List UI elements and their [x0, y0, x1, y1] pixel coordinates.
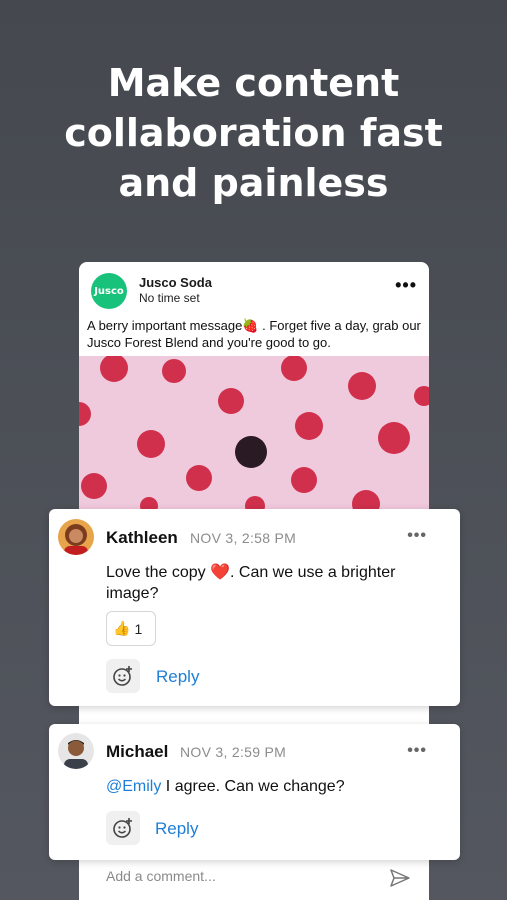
add-reaction-button[interactable] [106, 659, 140, 693]
headline-line-2: collaboration fast [64, 111, 443, 155]
avatar [58, 733, 94, 769]
more-horizontal-icon[interactable]: ••• [395, 276, 417, 294]
raspberries-image [79, 354, 429, 518]
add-comment-input[interactable]: Add a comment... [106, 868, 216, 884]
mention-link[interactable]: @Emily [106, 778, 161, 795]
comment-body-text: I agree. Can we change? [161, 778, 345, 795]
comment-body: Love the copy ❤️. Can we use a brighter … [106, 564, 396, 602]
comment-time: NOV 3, 2:59 PM [180, 744, 287, 760]
reply-button[interactable]: Reply [155, 819, 198, 839]
reaction-thumbs-up[interactable]: 👍 1 [106, 611, 156, 646]
add-reaction-button[interactable] [106, 811, 140, 845]
comment-card-michael: Michael NOV 3, 2:59 PM ••• @Emily I agre… [49, 724, 460, 860]
post-image [79, 354, 429, 518]
thumbs-up-icon: 👍 [113, 620, 131, 636]
comment-body: @Emily I agree. Can we change? [106, 776, 446, 797]
comment-time: NOV 3, 2:58 PM [190, 530, 297, 546]
comment-author: Michael [106, 742, 169, 761]
comment-card-kathleen: Kathleen NOV 3, 2:58 PM ••• Love the cop… [49, 509, 460, 706]
more-horizontal-icon[interactable]: ••• [407, 528, 427, 544]
smiley-add-icon [113, 666, 132, 686]
avatar [58, 519, 94, 555]
send-icon[interactable] [390, 869, 410, 892]
post-text: A berry important message🍓 . Forget five… [87, 318, 421, 350]
smiley-add-icon [113, 818, 132, 838]
brand-logo: Jusco [91, 273, 127, 309]
more-horizontal-icon[interactable]: ••• [407, 743, 427, 759]
reply-button[interactable]: Reply [156, 667, 199, 687]
headline-line-1: Make content [107, 61, 400, 105]
headline-line-3: and painless [118, 161, 389, 205]
headline: Make content collaboration fast and pain… [0, 58, 507, 208]
comment-author: Kathleen [106, 528, 178, 547]
post-time: No time set [139, 291, 200, 305]
reaction-count: 1 [134, 620, 143, 637]
brand-name: Jusco Soda [139, 275, 212, 290]
